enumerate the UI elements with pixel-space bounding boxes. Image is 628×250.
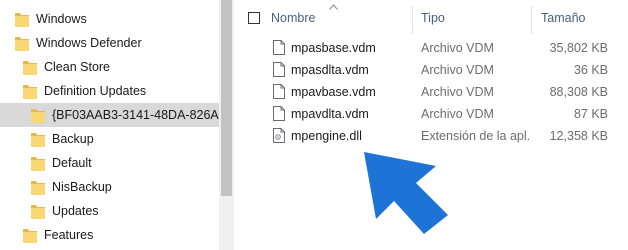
tree-item-windows[interactable]: Windows <box>0 7 219 31</box>
file-name: mpasdlta.vdm <box>291 63 369 77</box>
select-all-checkbox[interactable] <box>248 12 260 24</box>
table-row[interactable]: mpavbase.vdm Archivo VDM 88,308 KB <box>234 81 628 103</box>
table-row[interactable]: mpengine.dll Extensión de la apl... 12,3… <box>234 125 628 147</box>
file-size: 35,802 KB <box>549 41 608 55</box>
folder-icon <box>31 132 45 147</box>
file-size: 36 KB <box>573 63 608 77</box>
file-name: mpavbase.vdm <box>291 85 376 99</box>
folder-icon <box>31 108 45 123</box>
folder-icon <box>15 36 29 51</box>
file-name: mpasbase.vdm <box>291 41 376 55</box>
tree-item-definition-updates[interactable]: Definition Updates <box>0 79 219 103</box>
file-name: mpavdlta.vdm <box>291 107 369 121</box>
tree-item-label: Windows Defender <box>36 36 142 50</box>
tree-item-updates[interactable]: Updates <box>0 199 219 223</box>
scrollbar-thumb[interactable] <box>221 0 232 196</box>
folder-icon <box>23 60 37 75</box>
column-divider[interactable] <box>412 6 413 34</box>
document-icon <box>273 84 285 99</box>
folder-icon <box>31 156 45 171</box>
file-type: Archivo VDM <box>421 107 494 121</box>
tree-item-label: Features <box>44 228 94 242</box>
folder-icon <box>15 12 29 27</box>
file-type: Archivo VDM <box>421 41 494 55</box>
tree-item-guid-folder[interactable]: {BF03AAB3-3141-48DA-826A-74 <box>0 103 219 127</box>
dll-file-icon <box>273 128 285 143</box>
table-row[interactable]: mpavdlta.vdm Archivo VDM 87 KB <box>234 103 628 125</box>
folder-icon <box>31 204 45 219</box>
file-size: 12,358 KB <box>549 129 608 143</box>
table-row[interactable]: mpasbase.vdm Archivo VDM 35,802 KB <box>234 37 628 59</box>
tree-item-label: Clean Store <box>44 60 111 74</box>
arrow-pointer-icon <box>364 152 448 234</box>
tree-item-label: NisBackup <box>52 180 112 194</box>
column-header-label: Tamaño <box>541 11 586 25</box>
folder-icon <box>23 84 37 99</box>
document-icon <box>273 40 285 55</box>
tree-item-label: Default <box>52 156 92 170</box>
document-icon <box>273 62 285 77</box>
column-header-label: Nombre <box>271 11 316 25</box>
navigation-tree: Windows Windows Defender Clean Store Def… <box>0 0 219 250</box>
column-header-type[interactable]: Tipo <box>421 0 531 36</box>
tree-item-nisbackup[interactable]: NisBackup <box>0 175 219 199</box>
tree-item-default[interactable]: Default <box>0 151 219 175</box>
tree-item-label: Backup <box>52 132 94 146</box>
folder-icon <box>31 180 45 195</box>
tree-scrollbar[interactable] <box>219 0 234 250</box>
file-type: Archivo VDM <box>421 85 494 99</box>
file-size: 88,308 KB <box>549 85 608 99</box>
folder-icon <box>23 228 37 243</box>
tree-item-clean-store[interactable]: Clean Store <box>0 55 219 79</box>
file-name: mpengine.dll <box>291 129 362 143</box>
tree-item-label: {BF03AAB3-3141-48DA-826A-74 <box>52 108 219 122</box>
tree-item-windows-defender[interactable]: Windows Defender <box>0 31 219 55</box>
file-size: 87 KB <box>573 107 608 121</box>
column-divider[interactable] <box>531 6 532 34</box>
column-header-label: Tipo <box>421 11 445 25</box>
document-icon <box>273 106 285 121</box>
tree-item-label: Updates <box>52 204 99 218</box>
tree-item-label: Windows <box>36 12 87 26</box>
file-type: Extensión de la apl... <box>421 129 531 143</box>
tree-item-features[interactable]: Features <box>0 223 219 247</box>
tree-item-label: Definition Updates <box>44 84 147 98</box>
column-header-name[interactable]: Nombre <box>271 0 411 36</box>
table-row[interactable]: mpasdlta.vdm Archivo VDM 36 KB <box>234 59 628 81</box>
tree-item-backup[interactable]: Backup <box>0 127 219 151</box>
file-type: Archivo VDM <box>421 63 494 77</box>
column-header-size[interactable]: Tamaño <box>541 0 621 36</box>
